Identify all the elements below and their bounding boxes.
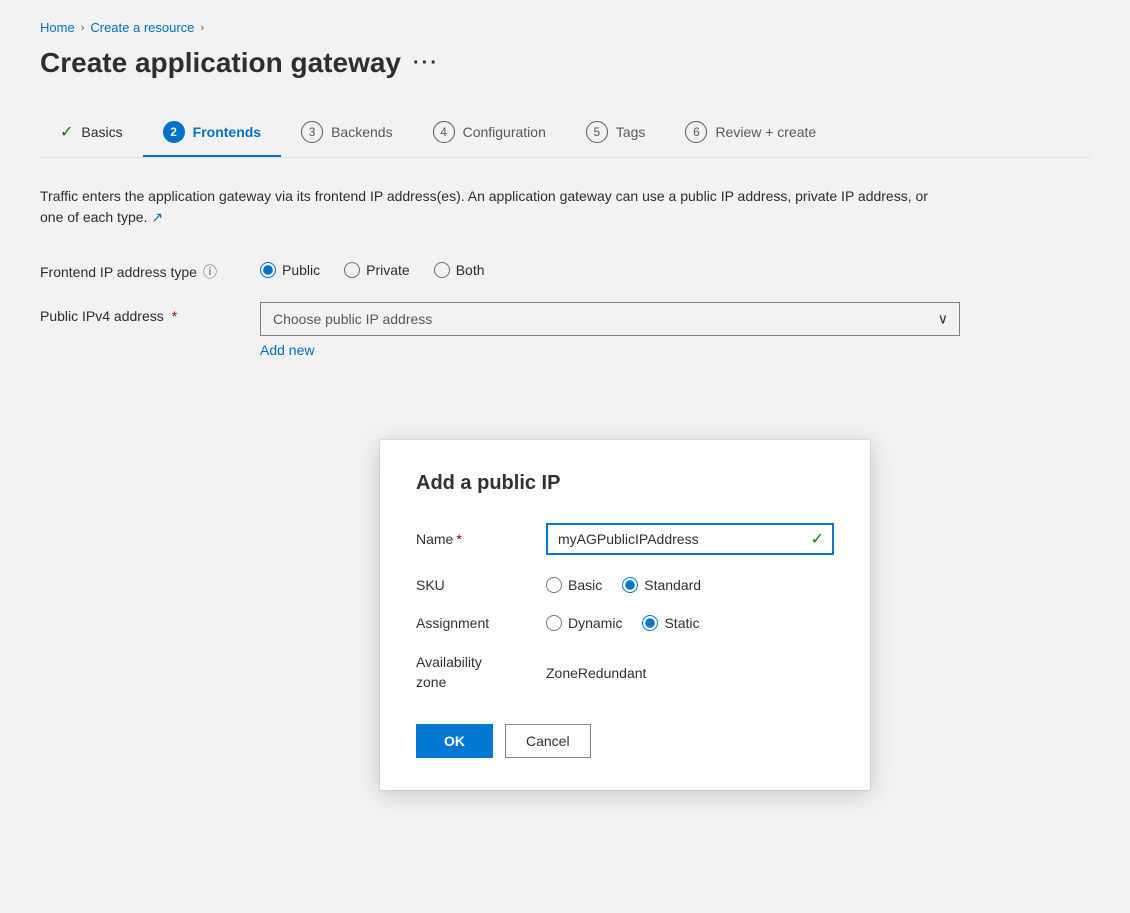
- ok-button[interactable]: OK: [416, 724, 493, 758]
- assignment-radio-dynamic[interactable]: Dynamic: [546, 615, 622, 631]
- modal-name-row: Name * ✓: [416, 523, 834, 555]
- sku-basic-input[interactable]: [546, 577, 562, 593]
- modal-name-label-text: Name: [416, 531, 453, 547]
- assignment-static-label[interactable]: Static: [664, 615, 699, 631]
- sku-basic-label[interactable]: Basic: [568, 577, 602, 593]
- cancel-button[interactable]: Cancel: [505, 724, 591, 758]
- modal-title: Add a public IP: [416, 472, 834, 495]
- modal-sku-row: SKU Basic Standard: [416, 577, 834, 593]
- modal-actions: OK Cancel: [416, 724, 834, 758]
- modal-assignment-label-text: Assignment: [416, 615, 489, 631]
- check-valid-icon: ✓: [811, 529, 824, 549]
- modal-sku-label: SKU: [416, 577, 546, 593]
- assignment-dynamic-label[interactable]: Dynamic: [568, 615, 622, 631]
- assignment-radio-static[interactable]: Static: [642, 615, 699, 631]
- modal-assignment-control: Dynamic Static: [546, 615, 834, 631]
- page-container: Home › Create a resource › Create applic…: [0, 0, 1130, 913]
- sku-radio-group: Basic Standard: [546, 577, 834, 593]
- modal-availability-label-text: Availabilityzone: [416, 653, 482, 692]
- modal-availability-row: Availabilityzone ZoneRedundant: [416, 653, 834, 692]
- modal-name-label: Name *: [416, 531, 546, 547]
- modal-name-required: *: [456, 531, 461, 547]
- modal-availability-control: ZoneRedundant: [546, 665, 834, 681]
- availability-zone-value: ZoneRedundant: [546, 665, 646, 681]
- sku-standard-label[interactable]: Standard: [644, 577, 701, 593]
- modal-assignment-row: Assignment Dynamic Static: [416, 615, 834, 631]
- modal-sku-label-text: SKU: [416, 577, 445, 593]
- sku-radio-standard[interactable]: Standard: [622, 577, 701, 593]
- sku-radio-basic[interactable]: Basic: [546, 577, 602, 593]
- name-input-wrapper: ✓: [546, 523, 834, 555]
- assignment-radio-group: Dynamic Static: [546, 615, 834, 631]
- name-input[interactable]: [546, 523, 834, 555]
- modal-assignment-label: Assignment: [416, 615, 546, 631]
- modal-availability-label: Availabilityzone: [416, 653, 546, 692]
- sku-standard-input[interactable]: [622, 577, 638, 593]
- modal-sku-control: Basic Standard: [546, 577, 834, 593]
- assignment-static-input[interactable]: [642, 615, 658, 631]
- assignment-dynamic-input[interactable]: [546, 615, 562, 631]
- modal-name-control: ✓: [546, 523, 834, 555]
- add-public-ip-modal: Add a public IP Name * ✓ SKU: [380, 440, 870, 790]
